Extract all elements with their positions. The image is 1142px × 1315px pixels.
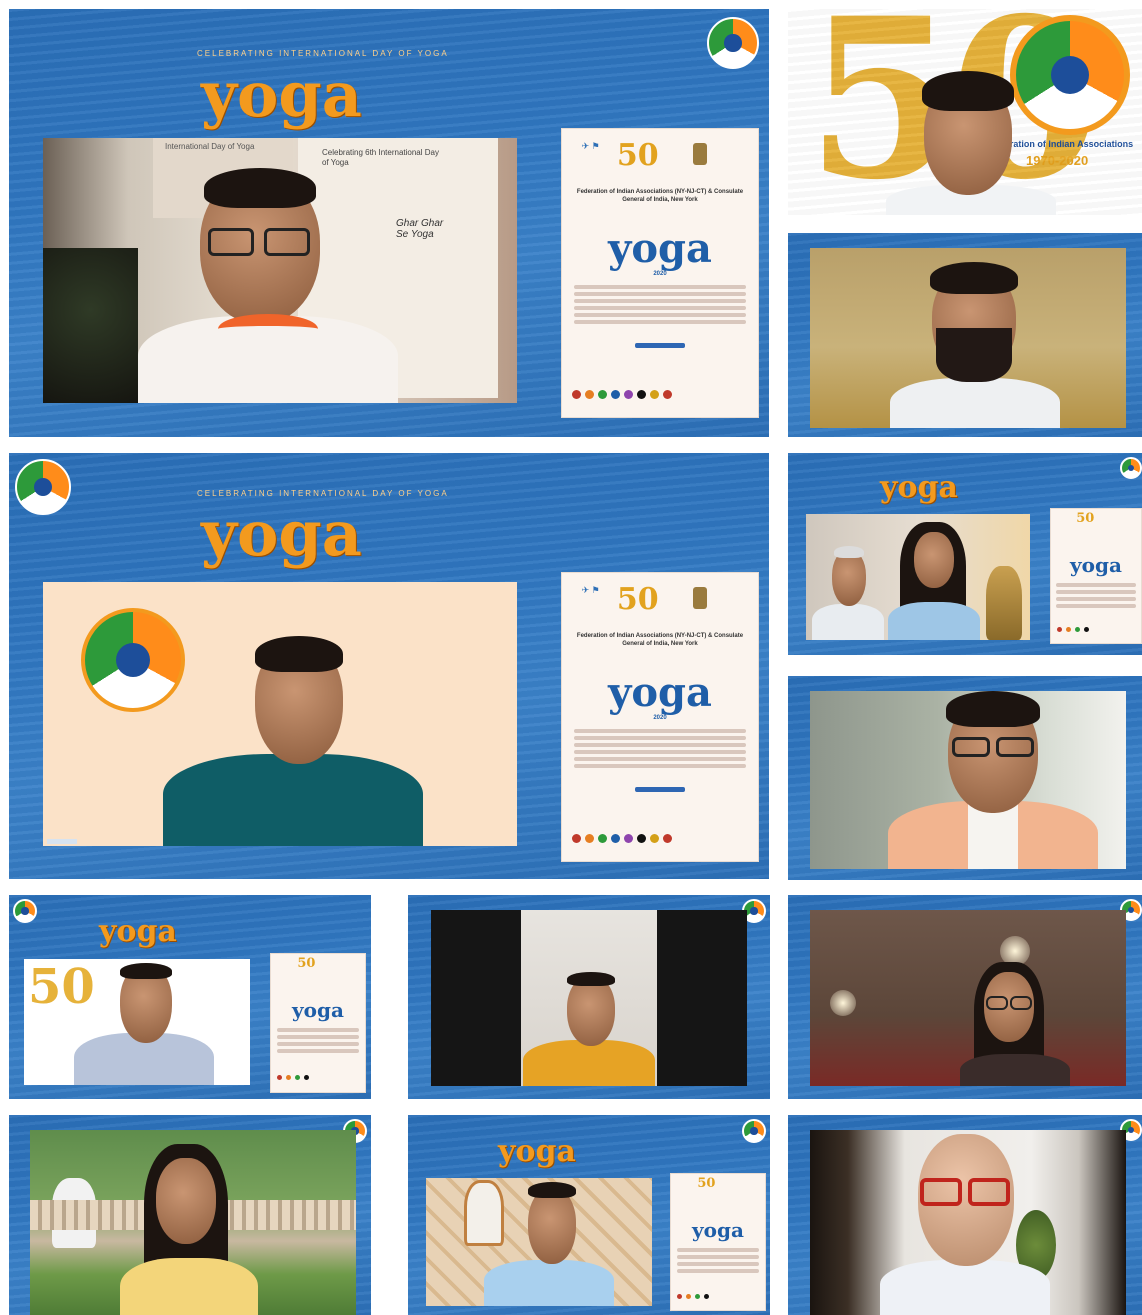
event-kicker: Celebrating International Day of Yoga	[197, 49, 449, 58]
plant-left	[43, 248, 138, 403]
camera-feed: 50	[24, 959, 250, 1085]
yoga-logo: yoga	[99, 914, 177, 949]
participant-5a	[812, 544, 884, 640]
video-tile-7[interactable]: yoga 50 50 yoga	[9, 895, 371, 1099]
participant-11	[484, 1180, 614, 1306]
event-poster: 50 yoga	[670, 1173, 766, 1311]
video-tile-8[interactable]	[408, 895, 770, 1099]
yoga-logo: yoga	[201, 497, 362, 570]
event-poster: 50 yoga	[1050, 508, 1142, 644]
video-tile-6[interactable]	[788, 676, 1142, 880]
camera-feed	[806, 514, 1030, 640]
yoga-logo: yoga	[498, 1134, 576, 1169]
video-tile-10[interactable]	[9, 1115, 371, 1315]
participant-4	[163, 634, 423, 846]
video-tile-2[interactable]: 50 Federation of Indian Associations 197…	[788, 9, 1142, 215]
event-poster: ✈ ⚑ 50 Federation of Indian Associations…	[561, 572, 759, 862]
video-tile-9[interactable]	[788, 895, 1142, 1099]
video-tile-11[interactable]: yoga 50 yoga	[408, 1115, 770, 1315]
participant-6	[878, 691, 1098, 869]
camera-feed	[43, 582, 517, 846]
fia-badge-icon	[13, 899, 37, 923]
participant-12	[870, 1130, 1060, 1315]
yoga-logo: yoga	[880, 470, 958, 505]
video-tile-5[interactable]: yoga 50 yoga	[788, 453, 1142, 655]
participant-3	[890, 250, 1060, 428]
participant-5b	[884, 518, 984, 640]
video-tile-12[interactable]	[788, 1115, 1142, 1315]
camera-feed	[810, 248, 1126, 428]
event-poster: 50 yoga	[270, 953, 366, 1093]
camera-feed	[431, 910, 747, 1086]
event-poster: ✈ ⚑ 50 Federation of Indian Associations…	[561, 128, 759, 418]
participant-8	[523, 970, 655, 1086]
participant-1	[138, 166, 398, 403]
video-tile-3[interactable]	[788, 233, 1142, 437]
camera-feed: International Day of Yoga Celebrating 6t…	[43, 138, 517, 403]
statue	[986, 566, 1022, 640]
video-tile-1[interactable]: Celebrating International Day of Yoga yo…	[9, 9, 769, 437]
fia-badge-icon	[15, 459, 71, 515]
participant-9	[960, 958, 1080, 1086]
fia-badge-icon	[742, 1119, 766, 1143]
fia-badge-icon	[707, 17, 759, 69]
fia-badge-icon	[1120, 457, 1142, 479]
camera-feed	[810, 691, 1126, 869]
camera-feed	[810, 910, 1126, 1086]
camera-feed	[426, 1178, 652, 1306]
video-tile-4[interactable]: Celebrating International Day of Yoga yo…	[9, 453, 769, 879]
participant-2	[886, 57, 1056, 215]
participant-10	[114, 1140, 264, 1315]
participant-7	[74, 963, 214, 1085]
camera-feed	[30, 1130, 356, 1315]
camera-feed	[810, 1130, 1126, 1315]
yoga-logo: yoga	[201, 58, 362, 131]
